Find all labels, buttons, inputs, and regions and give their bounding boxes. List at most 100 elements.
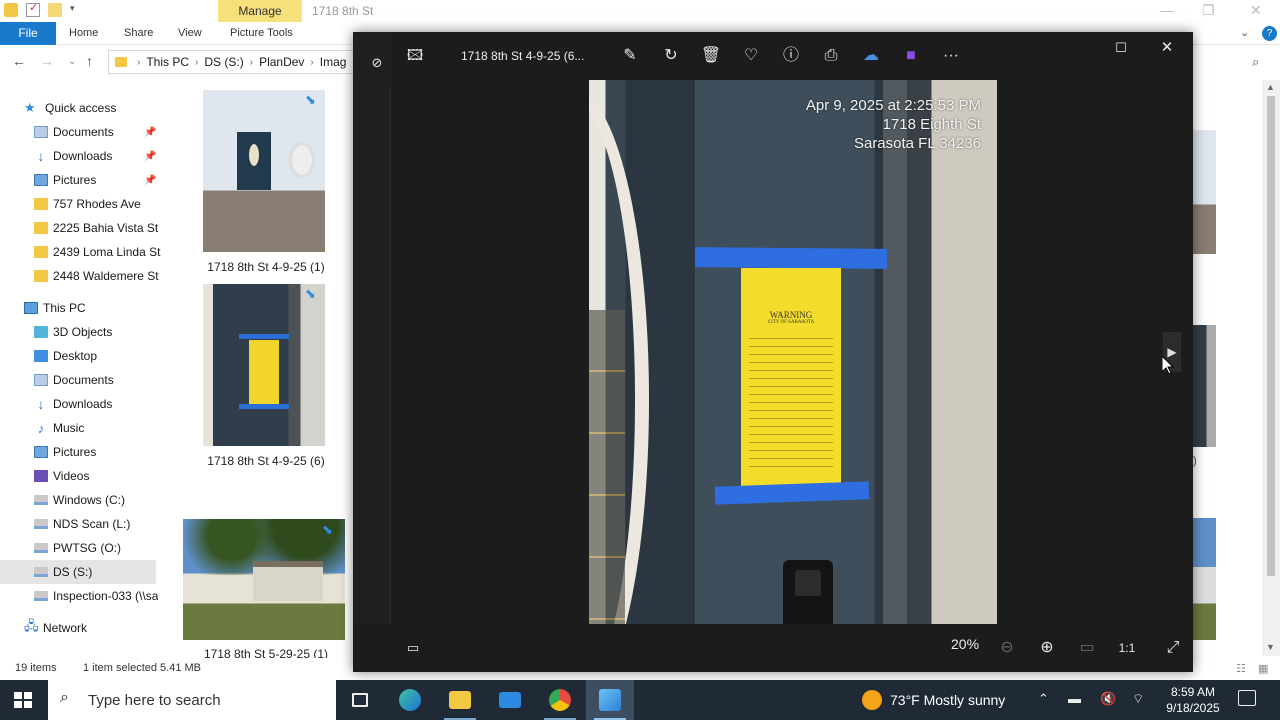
file-thumbnail[interactable] bbox=[183, 519, 345, 640]
sidebar-item-2439-loma-linda-st[interactable]: 2439 Loma Linda St bbox=[34, 240, 192, 264]
file-thumbnail[interactable] bbox=[1192, 325, 1216, 447]
wifi-icon[interactable]: ⌔ bbox=[1132, 691, 1144, 707]
info-icon[interactable]: ⓘ bbox=[779, 44, 803, 68]
vertical-scrollbar[interactable]: ▲ ▼ bbox=[1262, 80, 1280, 656]
address-bar[interactable]: › This PC › DS (S:) › PlanDev › Imag bbox=[108, 50, 358, 74]
back-icon[interactable]: ← bbox=[12, 53, 26, 69]
notification-center-icon[interactable] bbox=[1238, 690, 1256, 706]
pin-icon: 📌 bbox=[144, 126, 157, 138]
new-folder-icon[interactable] bbox=[48, 3, 62, 17]
task-view-button[interactable] bbox=[336, 680, 384, 720]
close-icon[interactable]: ✕ bbox=[1155, 36, 1179, 60]
taskbar-edge[interactable] bbox=[386, 680, 434, 720]
search-icon[interactable]: ⌕ bbox=[1252, 54, 1259, 70]
tab-view[interactable]: View bbox=[178, 27, 202, 39]
taskbar-file-explorer[interactable] bbox=[436, 680, 484, 720]
breadcrumb-this-pc[interactable]: This PC bbox=[146, 55, 189, 69]
tab-home[interactable]: Home bbox=[69, 27, 98, 39]
volume-muted-icon[interactable]: 🔇 bbox=[1100, 691, 1116, 707]
sidebar-item-documents[interactable]: Documents 📌 bbox=[34, 120, 192, 144]
properties-icon[interactable] bbox=[26, 1, 40, 17]
sidebar-item-2448-waldemere-st[interactable]: 2448 Waldemere St bbox=[34, 264, 192, 288]
sidebar-item-ds-s[interactable]: DS (S:) bbox=[0, 560, 156, 584]
battery-icon[interactable]: ▬ bbox=[1068, 691, 1081, 706]
taskbar-photos[interactable] bbox=[586, 680, 634, 720]
sidebar-item-videos[interactable]: Videos bbox=[34, 464, 192, 488]
sidebar-item-2225-bahia-vista-st[interactable]: 2225 Bahia Vista St bbox=[34, 216, 192, 240]
details-view-icon[interactable]: ☷ bbox=[1236, 662, 1246, 675]
breadcrumb-plandev[interactable]: PlanDev bbox=[259, 55, 304, 69]
print-icon[interactable]: ⎙ bbox=[819, 44, 843, 68]
sidebar-item-pc-pictures[interactable]: Pictures bbox=[34, 440, 192, 464]
sidebar-item-nds-scan-l[interactable]: NDS Scan (L:) bbox=[34, 512, 192, 536]
filmstrip-icon[interactable]: ▭ bbox=[401, 636, 425, 660]
photos-app-icon[interactable]: ⊘ bbox=[365, 51, 389, 75]
image-icon[interactable]: 🖾 bbox=[403, 44, 427, 68]
zoom-out-icon[interactable]: ⊖ bbox=[995, 636, 1019, 660]
sidebar-item-network[interactable]: 🖧 Network bbox=[24, 616, 182, 640]
help-icon[interactable]: ? bbox=[1262, 26, 1277, 41]
tab-share[interactable]: Share bbox=[124, 27, 153, 39]
clipchamp-icon[interactable]: ■ bbox=[899, 44, 923, 68]
sidebar-item-inspection-033[interactable]: Inspection-033 (\\sa bbox=[34, 584, 158, 608]
scroll-up-icon[interactable]: ▲ bbox=[1266, 82, 1275, 92]
minimize-icon[interactable]: — bbox=[1160, 2, 1174, 18]
file-name[interactable]: 1718 8th St 5-29-25 (1) bbox=[184, 648, 348, 658]
favorite-icon[interactable]: ♡ bbox=[739, 44, 763, 68]
large-icons-view-icon[interactable]: ▦ bbox=[1258, 662, 1268, 675]
taskbar-chrome[interactable] bbox=[536, 680, 584, 720]
scrollbar-thumb[interactable] bbox=[1267, 96, 1275, 576]
chevron-down-icon[interactable]: ▾ bbox=[70, 3, 78, 17]
zoom-in-icon[interactable]: ⊕ bbox=[1035, 636, 1059, 660]
onedrive-icon[interactable]: ☁ bbox=[859, 44, 883, 68]
file-name[interactable]: ) bbox=[1193, 455, 1197, 467]
breadcrumb-ds-drive[interactable]: DS (S:) bbox=[204, 55, 243, 69]
viewer-side-strip: ⊘ ▭ bbox=[353, 32, 391, 672]
taskbar-mail[interactable] bbox=[486, 680, 534, 720]
breadcrumb-images[interactable]: Imag bbox=[320, 55, 347, 69]
edit-icon[interactable]: ✎ bbox=[618, 44, 642, 68]
taskbar-search-box[interactable]: ⌕ Type here to search bbox=[48, 680, 336, 720]
file-thumbnail[interactable] bbox=[203, 90, 325, 252]
windows-start-icon[interactable] bbox=[14, 692, 32, 708]
file-thumbnail-selected[interactable] bbox=[203, 284, 325, 446]
fullscreen-icon[interactable]: ⤢ bbox=[1161, 636, 1185, 660]
sidebar-item-music[interactable]: ♪ Music bbox=[34, 416, 192, 440]
folder-icon[interactable] bbox=[4, 3, 18, 17]
taskbar-clock[interactable]: 8:59 AM 9/18/2025 bbox=[1158, 684, 1228, 716]
restore-icon[interactable]: ❐ bbox=[1202, 2, 1215, 19]
maximize-icon[interactable]: ☐ bbox=[1109, 36, 1133, 60]
file-thumbnail[interactable] bbox=[1192, 518, 1216, 640]
ribbon-expand-icon[interactable]: ⌄ bbox=[1240, 26, 1249, 39]
file-thumbnail[interactable] bbox=[1192, 130, 1216, 254]
show-hidden-icons-icon[interactable]: ⌃ bbox=[1038, 691, 1049, 707]
scroll-down-icon[interactable]: ▼ bbox=[1266, 642, 1275, 652]
actual-size-icon[interactable]: 1:1 bbox=[1115, 636, 1139, 660]
file-name[interactable]: 1718 8th St 4-9-25 (1) bbox=[184, 260, 348, 274]
timestamp-line: 1718 Eighth St bbox=[882, 116, 981, 133]
delete-icon[interactable]: 🗑 bbox=[699, 44, 723, 68]
tab-picture-tools[interactable]: Picture Tools bbox=[230, 27, 293, 39]
fit-screen-icon[interactable]: ▭ bbox=[1075, 636, 1099, 660]
sidebar-item-757-rhodes-ave[interactable]: 757 Rhodes Ave bbox=[34, 192, 192, 216]
sidebar-item-desktop[interactable]: Desktop bbox=[34, 344, 192, 368]
sidebar-item-3d-objects[interactable]: 3D Objects bbox=[34, 320, 192, 344]
recent-locations-icon[interactable]: ⌄ bbox=[68, 56, 76, 67]
more-icon[interactable]: ··· bbox=[939, 44, 963, 68]
tab-file[interactable]: File bbox=[0, 22, 56, 45]
sidebar-item-pwtsg-o[interactable]: PWTSG (O:) bbox=[34, 536, 192, 560]
sidebar-item-quick-access[interactable]: ★ Quick access bbox=[24, 96, 182, 120]
close-icon[interactable]: ✕ bbox=[1250, 2, 1262, 19]
sidebar-item-windows-c[interactable]: Windows (C:) bbox=[34, 488, 192, 512]
sidebar-item-pc-downloads[interactable]: ↓ Downloads bbox=[34, 392, 192, 416]
sidebar-item-this-pc[interactable]: This PC bbox=[24, 296, 182, 320]
sidebar-item-pictures[interactable]: Pictures 📌 bbox=[34, 168, 192, 192]
rotate-icon[interactable]: ↻ bbox=[659, 44, 683, 68]
forward-icon[interactable]: → bbox=[40, 53, 54, 69]
manage-context-tab[interactable]: Manage bbox=[218, 0, 302, 22]
weather-widget[interactable]: 73°F Mostly sunny bbox=[862, 690, 1005, 710]
sidebar-item-pc-documents[interactable]: Documents bbox=[34, 368, 192, 392]
up-icon[interactable]: ↑ bbox=[86, 53, 93, 69]
file-name[interactable]: 1718 8th St 4-9-25 (6) bbox=[184, 454, 348, 468]
sidebar-item-downloads[interactable]: ↓ Downloads 📌 bbox=[34, 144, 192, 168]
